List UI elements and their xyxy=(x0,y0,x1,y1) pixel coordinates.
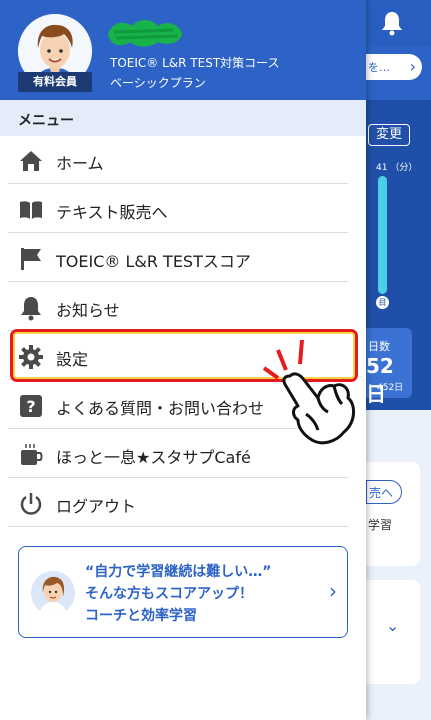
coffee-icon xyxy=(21,444,43,465)
drawer-header: 有料会員 TOEIC® L&R TEST対策コース ベーシックプラン xyxy=(0,0,366,100)
chevron-right-icon: › xyxy=(409,57,416,76)
menu-item-label: ほっと一息★スタサプCafé xyxy=(56,448,251,467)
change-button[interactable]: 変更 xyxy=(368,124,410,146)
chevron-down-icon: ⌄ xyxy=(386,616,400,635)
menu-item-notifications[interactable]: お知らせ xyxy=(8,283,348,331)
background-card-button[interactable]: 売へ xyxy=(366,480,402,504)
coach-avatar xyxy=(31,571,75,615)
menu-item-label: ホーム xyxy=(56,154,104,173)
home-icon xyxy=(20,151,42,171)
minutes-label: 41 （分） xyxy=(376,163,418,173)
menu-item-logout[interactable]: ログアウト xyxy=(8,479,348,527)
progress-fill xyxy=(378,176,387,294)
days-label: 日数 xyxy=(368,340,390,353)
menu-item-label: よくある質問・お問い合わせ xyxy=(56,399,265,418)
background-card-collapsed[interactable]: ⌄ xyxy=(366,580,420,684)
coach-promo-banner[interactable]: “自力で学習継続は難しい…” そんな方もスコアアップ！ コーチと効率学習 › xyxy=(18,546,348,638)
background-card: 売へ 学習 xyxy=(366,462,420,566)
menu-item-label: テキスト販売へ xyxy=(56,203,168,222)
menu-item-label: TOEIC® L&R TESTスコア xyxy=(56,252,251,271)
menu-item-toeic-score[interactable]: TOEIC® L&R TESTスコア xyxy=(8,234,348,282)
flag-icon xyxy=(21,248,41,270)
promo-line-2: そんな方もスコアアップ！ xyxy=(85,586,253,602)
member-badge: 有料会員 xyxy=(18,72,92,92)
menu-item-label: ログアウト xyxy=(56,497,137,516)
bell-icon xyxy=(21,297,41,321)
days-card: 日数 52日 ：452日 xyxy=(366,328,412,406)
course-name: TOEIC® L&R TEST対策コース xyxy=(110,56,280,70)
menu-item-label: お知らせ xyxy=(56,301,120,320)
plan-name: ベーシックプラン xyxy=(110,76,206,90)
svg-text:?: ? xyxy=(26,397,35,416)
promo-line-1: “自力で学習継続は難しい…” xyxy=(85,564,272,580)
menu-item-text-sales[interactable]: テキスト販売へ xyxy=(8,185,348,233)
power-icon xyxy=(20,493,42,515)
progress-end-marker: 目 xyxy=(376,296,389,309)
background-search-pill[interactable]: を… › xyxy=(366,54,422,80)
menu-item-home[interactable]: ホーム xyxy=(8,136,348,184)
book-icon xyxy=(20,201,42,219)
promo-line-3: コーチと効率学習 xyxy=(85,608,197,624)
menu-heading: メニュー xyxy=(0,100,366,136)
redacted-user-name xyxy=(108,20,182,47)
notification-bell-icon[interactable] xyxy=(380,10,404,36)
days-total: ：452日 xyxy=(368,383,404,393)
background-card-text: 学習 xyxy=(368,518,393,532)
background-pill-text: を… xyxy=(368,61,390,74)
question-icon: ? xyxy=(20,395,42,417)
pointing-hand-icon xyxy=(262,339,355,445)
chevron-right-icon: › xyxy=(329,579,337,603)
